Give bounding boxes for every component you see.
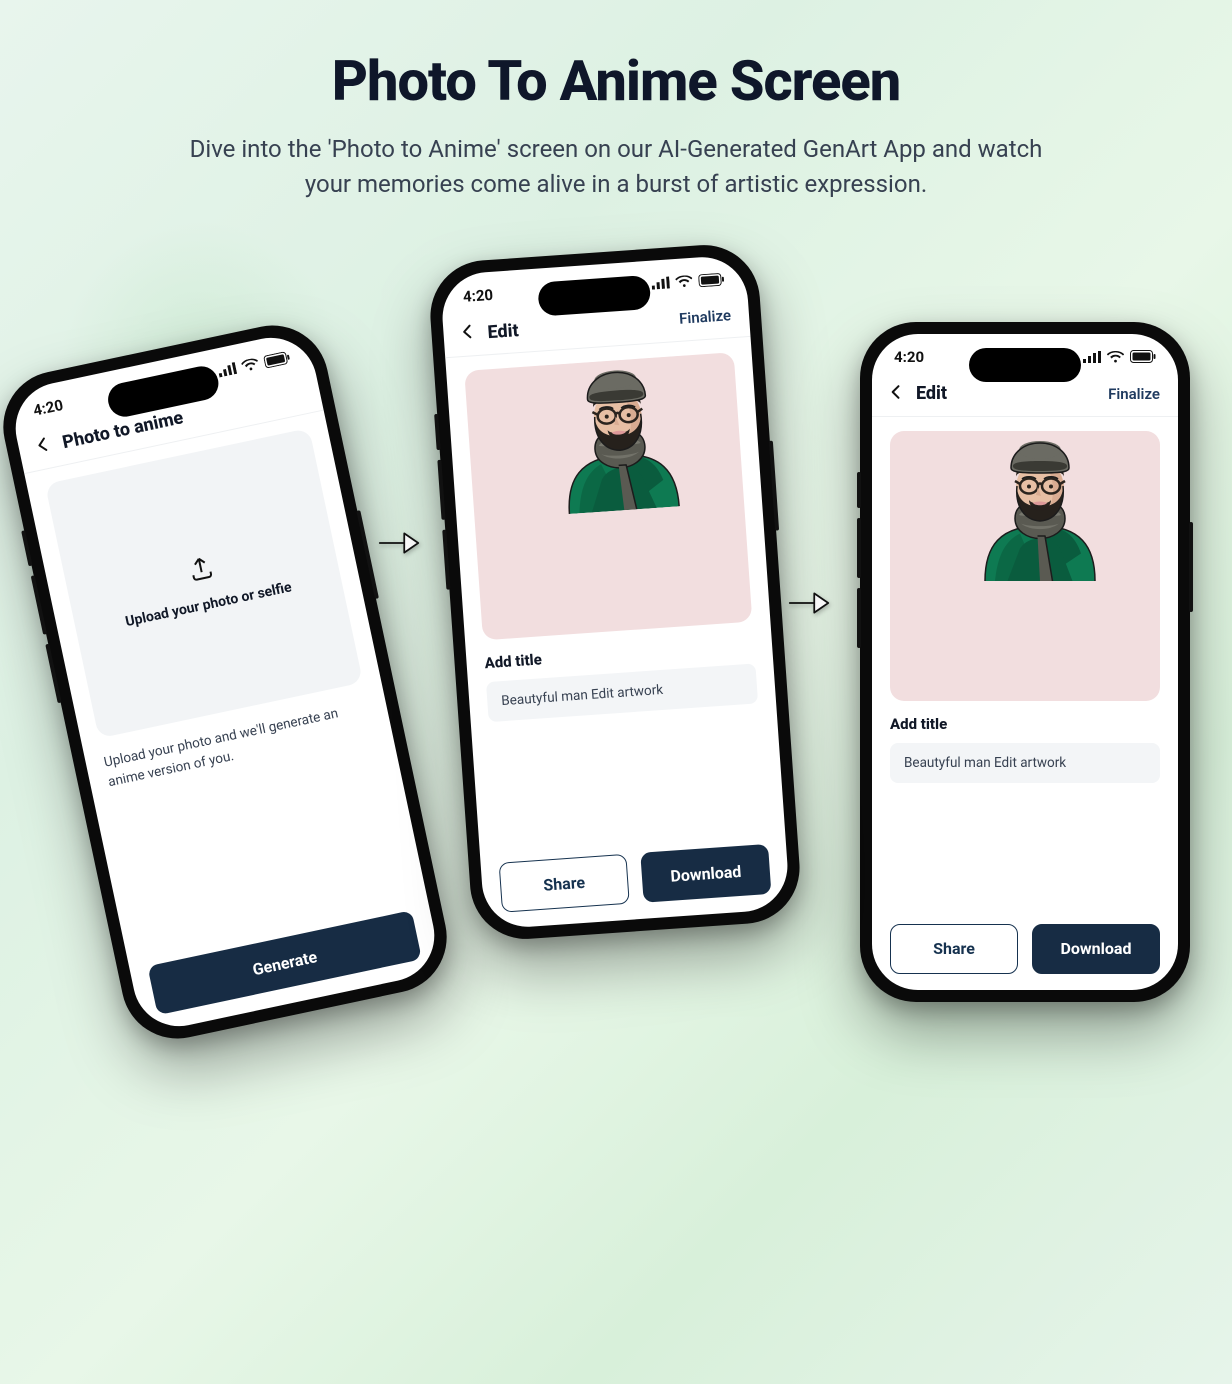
wifi-icon: [241, 357, 260, 372]
signal-icon: [1083, 351, 1101, 363]
status-time: 4:20: [894, 348, 924, 366]
page-title: Photo To Anime Screen: [0, 48, 1232, 114]
status-time: 4:20: [462, 285, 493, 305]
share-button[interactable]: Share: [890, 924, 1018, 974]
add-title-label: Add title: [890, 715, 1160, 733]
status-icons: [651, 272, 725, 290]
upload-dropzone[interactable]: Upload your photo or selfie: [45, 428, 363, 738]
battery-icon: [263, 350, 291, 368]
title-input[interactable]: Beautyful man Edit artwork: [486, 663, 758, 722]
upload-icon: [183, 550, 219, 586]
chevron-left-icon: [457, 321, 478, 342]
status-time: 4:20: [32, 395, 65, 419]
anime-portrait-image: [890, 431, 1160, 581]
generate-button[interactable]: Generate: [147, 910, 421, 1015]
back-button[interactable]: [457, 321, 479, 346]
phone-mockup-upload: 4:20 Photo to anime Upload your photo or…: [0, 315, 457, 1049]
artwork-preview[interactable]: [890, 431, 1160, 701]
screen-title: Edit: [916, 383, 947, 404]
back-button[interactable]: [886, 382, 906, 406]
battery-icon: [1130, 350, 1156, 363]
finalize-button[interactable]: Finalize: [1108, 385, 1160, 403]
dynamic-island: [537, 274, 651, 316]
dynamic-island: [969, 348, 1081, 382]
page-subtitle: Dive into the 'Photo to Anime' screen on…: [186, 132, 1046, 202]
screen-title: Edit: [487, 319, 519, 342]
artwork-preview[interactable]: [464, 352, 752, 640]
arrow-cursor-icon: [378, 522, 420, 564]
phone-mockup-result: 4:20 Edit Finalize Add title: [860, 322, 1190, 1002]
battery-icon: [698, 272, 725, 287]
download-button[interactable]: Download: [1032, 924, 1160, 974]
share-button[interactable]: Share: [499, 853, 630, 912]
arrow-cursor-icon: [788, 582, 830, 624]
title-input[interactable]: Beautyful man Edit artwork: [890, 743, 1160, 783]
signal-icon: [651, 276, 670, 289]
back-button[interactable]: [31, 432, 56, 460]
anime-portrait-image: [464, 352, 752, 520]
signal-icon: [217, 362, 237, 377]
download-button[interactable]: Download: [640, 844, 771, 903]
chevron-left-icon: [31, 432, 55, 456]
upload-label: Upload your photo or selfie: [124, 579, 293, 630]
wifi-icon: [675, 274, 693, 287]
finalize-button[interactable]: Finalize: [679, 306, 732, 328]
chevron-left-icon: [886, 382, 906, 402]
phone-mockup-edit: 4:20 Edit Finalize Add title: [427, 241, 804, 942]
wifi-icon: [1107, 351, 1124, 363]
status-icons: [1083, 350, 1156, 363]
